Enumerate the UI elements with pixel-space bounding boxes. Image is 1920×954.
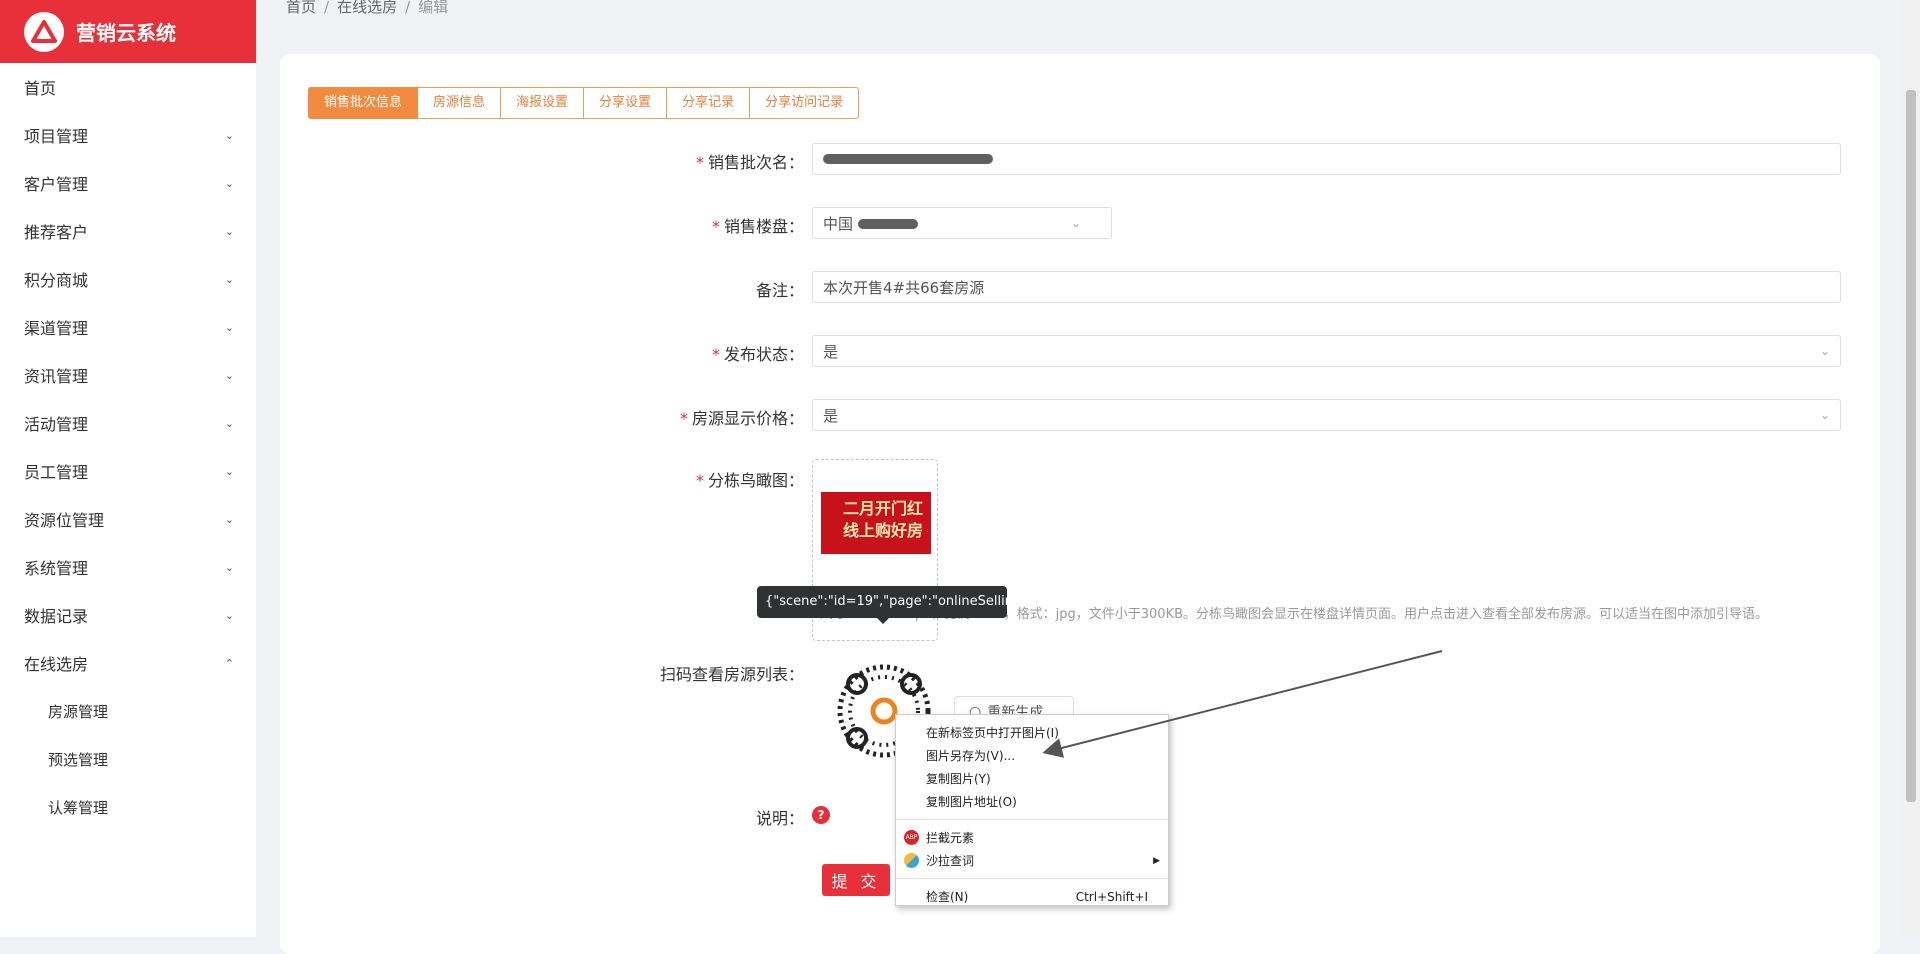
adblock-icon: ABP xyxy=(904,830,919,845)
sidebar: 营销云系统 首页 项目管理 ⌄ 客户管理 ⌄ 推荐客户 ⌄ 积分商城 ⌄ 渠道管理 ⌄ 资… xyxy=(0,0,256,937)
remark-input[interactable]: 本次开售4#共66套房源 xyxy=(812,271,1841,303)
publish-status-label: 发布状态： xyxy=(723,345,804,364)
tab-batch-info[interactable]: 销售批次信息 xyxy=(308,87,419,119)
required-mark: * xyxy=(695,153,704,172)
sidebar-item-home[interactable]: 首页 xyxy=(0,63,256,111)
chevron-down-icon: ⌄ xyxy=(224,368,234,382)
sidebar-item-online-selection[interactable]: 在线选房 ⌃ xyxy=(0,639,256,687)
redacted-value xyxy=(823,154,993,164)
show-price-label: 房源显示价格： xyxy=(691,409,804,428)
submit-button[interactable]: 提 交 xyxy=(822,864,890,896)
chevron-down-icon: ⌄ xyxy=(224,224,234,238)
chevron-down-icon: ⌄ xyxy=(224,128,234,142)
show-price-value: 是 xyxy=(823,406,839,425)
breadcrumb-home[interactable]: 首页 xyxy=(286,0,316,16)
chevron-down-icon: ⌄ xyxy=(224,320,234,334)
menu-copy-image-address[interactable]: 复制图片地址(O) xyxy=(896,790,1168,813)
sidebar-item-activity[interactable]: 活动管理 ⌄ xyxy=(0,399,256,447)
sidebar-item-project[interactable]: 项目管理 ⌄ xyxy=(0,111,256,159)
sidebar-item-news[interactable]: 资讯管理 ⌄ xyxy=(0,351,256,399)
aerial-image-thumbnail[interactable]: 二月开门红 线上购好房 xyxy=(821,492,931,554)
row-qr-code: 扫码查看房源列表： xyxy=(280,655,1880,685)
menu-inspect[interactable]: 检查(N) Ctrl+Shift+I xyxy=(896,885,1168,908)
breadcrumb: 首页 / 在线选房 / 编辑 xyxy=(286,0,449,16)
tab-poster-settings[interactable]: 海报设置 xyxy=(501,87,585,119)
submenu-arrow-icon: ▶ xyxy=(1153,855,1160,866)
publish-status-value: 是 xyxy=(823,342,839,361)
menu-open-image-new-tab[interactable]: 在新标签页中打开图片(I) xyxy=(896,721,1168,744)
breadcrumb-online-selection[interactable]: 在线选房 xyxy=(337,0,397,16)
publish-status-select[interactable]: 是 ⌄ xyxy=(812,335,1841,367)
chevron-down-icon: ⌄ xyxy=(224,608,234,622)
help-icon[interactable]: ? xyxy=(812,806,830,824)
menu-shala-lookup[interactable]: 沙拉查词 ▶ xyxy=(896,849,1168,872)
show-price-select[interactable]: 是 ⌄ xyxy=(812,399,1841,431)
row-batch-name: * 销售批次名： xyxy=(280,143,1880,175)
required-mark: * xyxy=(711,217,720,236)
app-logo-icon xyxy=(24,11,64,52)
description-label: 说明： xyxy=(755,809,804,828)
brand-header[interactable]: 营销云系统 xyxy=(0,0,256,63)
chevron-down-icon: ⌄ xyxy=(224,560,234,574)
chevron-down-icon: ⌄ xyxy=(1819,344,1830,358)
chevron-down-icon: ⌄ xyxy=(224,464,234,478)
remark-label: 备注： xyxy=(755,281,804,300)
menu-save-image-as[interactable]: 图片另存为(V)... xyxy=(896,744,1168,767)
menu-block-element[interactable]: ABP 拦截元素 xyxy=(896,826,1168,849)
redacted-value xyxy=(857,219,918,229)
chevron-down-icon: ⌄ xyxy=(224,176,234,190)
breadcrumb-current: 编辑 xyxy=(418,0,449,16)
tab-bar: 销售批次信息 房源信息 海报设置 分享设置 分享记录 分享访问记录 xyxy=(308,87,860,119)
row-remark: 备注： 本次开售4#共66套房源 xyxy=(280,271,1880,303)
chevron-down-icon: ⌄ xyxy=(224,272,234,286)
chevron-down-icon: ⌄ xyxy=(224,416,234,430)
chevron-down-icon: ⌄ xyxy=(224,512,234,526)
menu-copy-image[interactable]: 复制图片(Y) xyxy=(896,767,1168,790)
tab-house-info[interactable]: 房源信息 xyxy=(418,87,502,119)
required-mark: * xyxy=(695,471,704,490)
batch-name-input[interactable] xyxy=(812,143,1841,175)
sidebar-item-resource[interactable]: 资源位管理 ⌄ xyxy=(0,495,256,543)
sidebar-menu: 首页 项目管理 ⌄ 客户管理 ⌄ 推荐客户 ⌄ 积分商城 ⌄ 渠道管理 ⌄ 资讯管理 ⌄ 活… xyxy=(0,63,256,831)
context-menu: 在新标签页中打开图片(I) 图片另存为(V)... 复制图片(Y) 复制图片地址… xyxy=(895,714,1169,906)
required-mark: * xyxy=(711,345,720,364)
sidebar-subitem-house[interactable]: 房源管理 xyxy=(0,687,256,735)
project-select[interactable]: 中国 ⌄ xyxy=(812,207,1112,239)
batch-name-label: 销售批次名： xyxy=(707,153,804,172)
row-publish-status: * 发布状态： 是 ⌄ xyxy=(280,335,1880,367)
qr-code-label: 扫码查看房源列表： xyxy=(659,665,804,684)
project-value: 中国 xyxy=(823,214,854,233)
app-title: 营销云系统 xyxy=(76,21,176,45)
sidebar-subitem-preselect[interactable]: 预选管理 xyxy=(0,735,256,783)
required-mark: * xyxy=(679,409,688,428)
sidebar-item-data-record[interactable]: 数据记录 ⌄ xyxy=(0,591,256,639)
chevron-down-icon: ⌄ xyxy=(1819,408,1830,422)
row-show-price: * 房源显示价格： 是 ⌄ xyxy=(280,399,1880,431)
chevron-down-icon: ⌄ xyxy=(1070,216,1081,230)
sidebar-item-referral[interactable]: 推荐客户 ⌄ xyxy=(0,207,256,255)
scrollbar-thumb[interactable] xyxy=(1906,90,1916,802)
remark-value: 本次开售4#共66套房源 xyxy=(823,278,985,297)
shala-icon xyxy=(904,853,919,868)
page-scrollbar[interactable] xyxy=(1902,0,1920,937)
aerial-image-label: 分栋鸟瞰图： xyxy=(707,471,804,490)
qr-scene-tooltip: {"scene":"id=19","page":"onlineSelling/p… xyxy=(757,586,1185,624)
sidebar-item-customer[interactable]: 客户管理 ⌄ xyxy=(0,159,256,207)
sidebar-item-staff[interactable]: 员工管理 ⌄ xyxy=(0,447,256,495)
sidebar-item-channel[interactable]: 渠道管理 ⌄ xyxy=(0,303,256,351)
sidebar-subitem-subscription[interactable]: 认筹管理 xyxy=(0,783,256,831)
sidebar-item-system[interactable]: 系统管理 ⌄ xyxy=(0,543,256,591)
sidebar-item-points-mall[interactable]: 积分商城 ⌄ xyxy=(0,255,256,303)
chevron-up-icon: ⌃ xyxy=(224,656,234,670)
tab-share-visit-records[interactable]: 分享访问记录 xyxy=(750,87,860,119)
tab-share-settings[interactable]: 分享设置 xyxy=(584,87,668,119)
tab-share-records[interactable]: 分享记录 xyxy=(667,87,751,119)
project-label: 销售楼盘： xyxy=(723,217,804,236)
row-project: * 销售楼盘： 中国 ⌄ xyxy=(280,207,1880,239)
